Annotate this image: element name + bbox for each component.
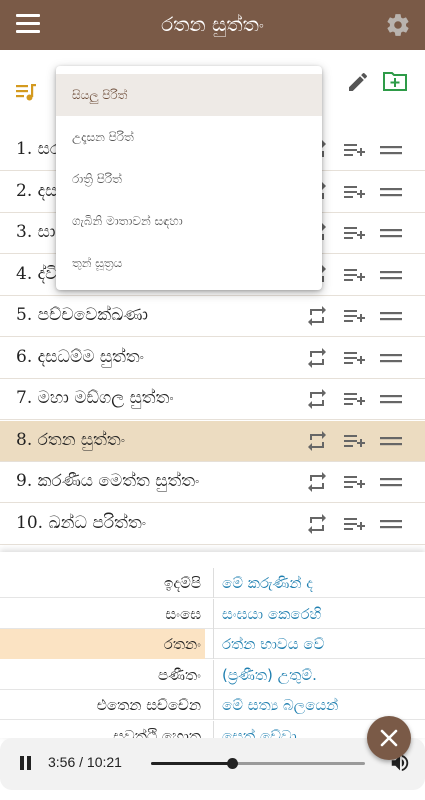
verse-translation: (ප්‍රණීත) උතුම්. [213, 659, 425, 690]
list-item-label: 5. පච්චවෙක්ඛණා [16, 305, 149, 325]
playlist-add-icon[interactable] [341, 512, 367, 536]
drag-handle-icon[interactable] [378, 470, 404, 494]
verse-pali: සුවත්ථි හොතු [113, 726, 201, 739]
seek-bar-progress [151, 762, 233, 765]
close-button[interactable] [367, 716, 411, 760]
drag-handle-icon[interactable] [378, 263, 404, 287]
verse-row[interactable]: සංඝෙ සංඝයා කෙරෙහි [0, 598, 425, 629]
seek-bar[interactable] [151, 758, 365, 769]
list-item-label: 1. සර [16, 139, 61, 159]
seek-bar-thumb[interactable] [227, 758, 239, 769]
playlist-add-icon[interactable] [341, 263, 367, 287]
list-item[interactable]: 8. රතන සුත්තං [0, 420, 425, 462]
verse-pali: එතෙන සච්චේන [96, 696, 201, 714]
playlist-add-icon[interactable] [341, 470, 367, 494]
playlist-add-icon[interactable] [341, 346, 367, 370]
verse-row[interactable]: එතෙන සච්චේන මේ සත්‍ය බලයෙන් [0, 690, 425, 720]
verse-row[interactable]: ඉදම්පි මේ කරුණින් ද [0, 568, 425, 598]
verse-pali: පණීතං [158, 665, 201, 684]
page-title: රතන සුත්තං [161, 12, 264, 36]
gear-icon[interactable] [385, 12, 411, 38]
drag-handle-icon[interactable] [378, 429, 404, 453]
list-item-label: 8. රතන සුත්තං [16, 429, 126, 450]
playlist-add-icon[interactable] [341, 180, 367, 204]
audio-player: 3:56 / 10:21 [0, 738, 425, 790]
dropdown-option[interactable]: උදෑසන පිරිත් [56, 116, 322, 158]
repeat-icon[interactable] [304, 387, 330, 411]
list-item-label: 9. කරණීය මෙත්ත සුත්තං [16, 471, 200, 491]
verse-translation: රත්න භාවය වේ [213, 629, 425, 659]
list-item[interactable]: 9. කරණීය මෙත්ත සුත්තං [0, 462, 425, 503]
playlist-add-icon[interactable] [341, 304, 367, 328]
drag-handle-icon[interactable] [378, 221, 404, 245]
list-item-label: 10. ඛන්ධ පරිත්තං [16, 512, 147, 533]
list-item-label: 2. දස [16, 180, 58, 201]
drag-handle-icon[interactable] [378, 180, 404, 204]
verse-pali: සංඝෙ [165, 604, 201, 623]
repeat-icon[interactable] [304, 304, 330, 328]
playlist-add-icon[interactable] [341, 429, 367, 453]
verse-row[interactable]: සුවත්ථි හොතු සෙත් වේවා. [0, 720, 425, 739]
list-item[interactable]: 10. ඛන්ධ පරිත්තං [0, 504, 425, 545]
close-icon [380, 729, 398, 747]
repeat-icon[interactable] [304, 512, 330, 536]
list-item-label: 7. මහා මඞ්ගල සුත්තං [16, 388, 174, 408]
repeat-icon[interactable] [304, 346, 330, 370]
drag-handle-icon[interactable] [378, 304, 404, 328]
playback-time: 3:56 / 10:21 [48, 754, 122, 770]
playlist-add-icon[interactable] [341, 138, 367, 162]
verse-row[interactable]: රතනං රත්න භාවය වේ [0, 629, 425, 659]
verse-panel: ඉදම්පි මේ කරුණින් ද සංඝෙ සංඝයා කෙරෙහි රතනං රත… [0, 552, 425, 738]
dropdown-option[interactable]: ගැබිනි මාතාවන් සඳහා [56, 200, 322, 242]
list-item[interactable]: 6. දසධම්ම සුත්තං [0, 338, 425, 379]
list-item[interactable]: 7. මහා මඞ්ගල සුත්තං [0, 379, 425, 420]
verse-pali: රතනං [0, 629, 205, 659]
playlist-music-icon[interactable] [14, 80, 38, 104]
verse-translation: මේ කරුණින් ද [213, 568, 425, 598]
drag-handle-icon[interactable] [378, 346, 404, 370]
folder-plus-icon[interactable] [382, 69, 408, 93]
playlist-add-icon[interactable] [341, 387, 367, 411]
playlist-add-icon[interactable] [341, 221, 367, 245]
drag-handle-icon[interactable] [378, 387, 404, 411]
list-item-label: 6. දසධම්ම සුත්තං [16, 346, 144, 367]
list-item-label: 4. ද්වි [16, 263, 58, 284]
verse-translation: සංඝයා කෙරෙහි [213, 598, 425, 629]
pause-icon[interactable] [18, 756, 32, 772]
list-item-label: 3. සා [16, 222, 56, 242]
verse-pali: ඉදම්පි [164, 574, 201, 592]
drag-handle-icon[interactable] [378, 512, 404, 536]
verse-row[interactable]: පණීතං (ප්‍රණීත) උතුම්. [0, 659, 425, 690]
repeat-icon[interactable] [304, 429, 330, 453]
dropdown-option[interactable]: සියලු පිරිත් [56, 74, 322, 116]
drag-handle-icon[interactable] [378, 138, 404, 162]
list-item[interactable]: 5. පච්චවෙක්ඛණා [0, 296, 425, 337]
dropdown-option[interactable]: තුන් සූත්‍රය [56, 242, 322, 284]
category-dropdown-menu: සියලු පිරිත් උදෑසන පිරිත් රාත්‍රි පිරිත් ගැ… [56, 66, 322, 290]
app-bar: රතන සුත්තං [0, 0, 425, 50]
dropdown-option[interactable]: රාත්‍රි පිරිත් [56, 158, 322, 200]
repeat-icon[interactable] [304, 470, 330, 494]
pencil-icon[interactable] [346, 70, 370, 94]
